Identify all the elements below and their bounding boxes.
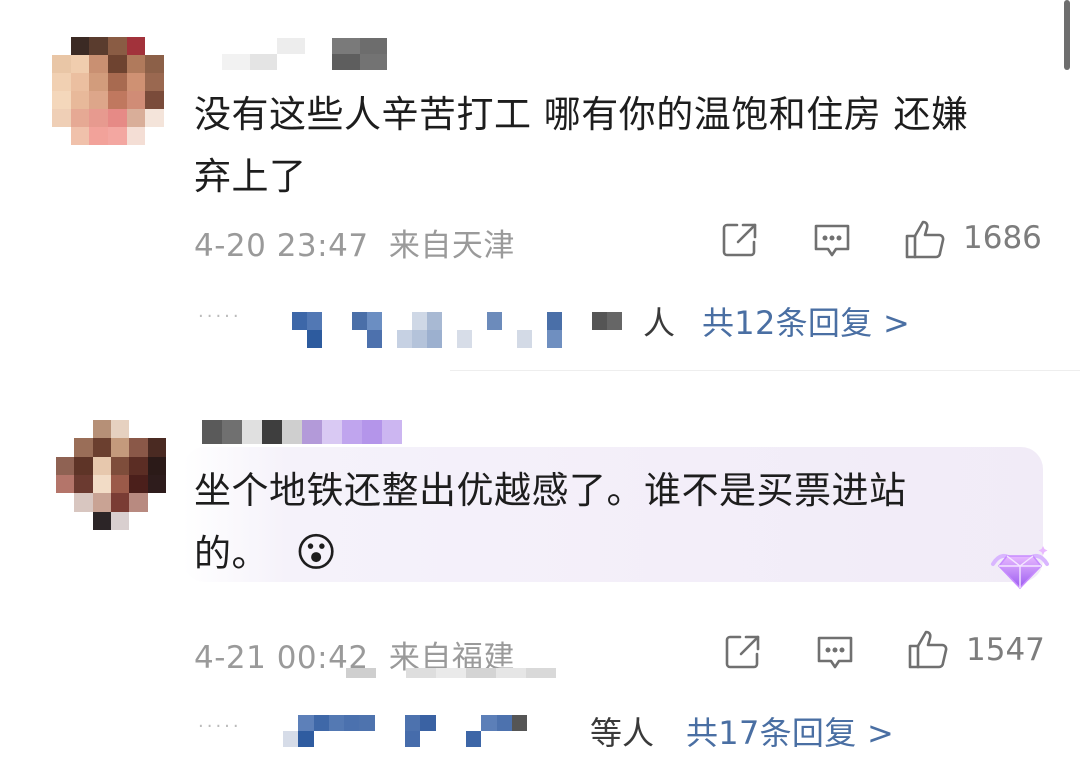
comment-1-line-1: 没有这些人辛苦打工 哪有你的温饱和住房 还嫌 (194, 93, 969, 136)
share-icon[interactable] (721, 222, 759, 258)
comment-divider (450, 370, 1080, 371)
comment-2-line-2-wrapper: 的。 😮 (194, 522, 1014, 585)
comment-2-text: 坐个地铁还整出优越感了。谁不是买票进站 的。 😮 (194, 460, 1014, 585)
comment-2-line-1: 坐个地铁还整出优越感了。谁不是买票进站 (194, 469, 907, 512)
meta-overlay-censored (346, 668, 556, 678)
like-icon[interactable] (904, 218, 948, 260)
comment-2-time: 4-21 00:42 (194, 640, 369, 676)
vip-diamond-badge-icon (985, 540, 1055, 596)
comment-1-time: 4-20 23:47 (194, 228, 369, 264)
replier-avatars-1-censored[interactable] (292, 312, 622, 348)
comment-1-meta: 4-20 23:47 来自天津 (194, 220, 515, 265)
username-1-censored[interactable] (222, 38, 387, 70)
comment-icon[interactable] (812, 222, 852, 260)
username-2-censored[interactable] (202, 420, 402, 444)
comment-1-like-count: 1686 (963, 220, 1042, 256)
replies-suffix-1: 人 (643, 304, 676, 342)
replier-avatars-2-censored[interactable] (283, 715, 588, 747)
more-dots-2: ····· (198, 716, 242, 737)
comment-1-line-2: 弃上了 (194, 155, 307, 198)
like-icon-2[interactable] (907, 628, 951, 670)
comment-1-text: 没有这些人辛苦打工 哪有你的温饱和住房 还嫌 弃上了 (194, 84, 1054, 208)
comment-icon-2[interactable] (815, 634, 855, 672)
comment-2-like-count: 1547 (966, 632, 1045, 668)
scrollbar[interactable] (1064, 0, 1070, 70)
more-dots-1: ····· (198, 306, 242, 327)
comment-1-location: 来自天津 (388, 228, 515, 264)
vomit-emoji: 😮 (295, 530, 338, 576)
share-icon-2[interactable] (724, 634, 762, 670)
view-replies-link-2[interactable]: 共17条回复 > (686, 708, 894, 754)
avatar-2[interactable] (56, 420, 166, 530)
view-replies-link-1[interactable]: 共12条回复 > (702, 298, 910, 344)
comment-2-line-2: 的。 (194, 532, 269, 575)
avatar-1[interactable] (52, 37, 164, 145)
replies-suffix-2: 等人 (590, 714, 655, 752)
